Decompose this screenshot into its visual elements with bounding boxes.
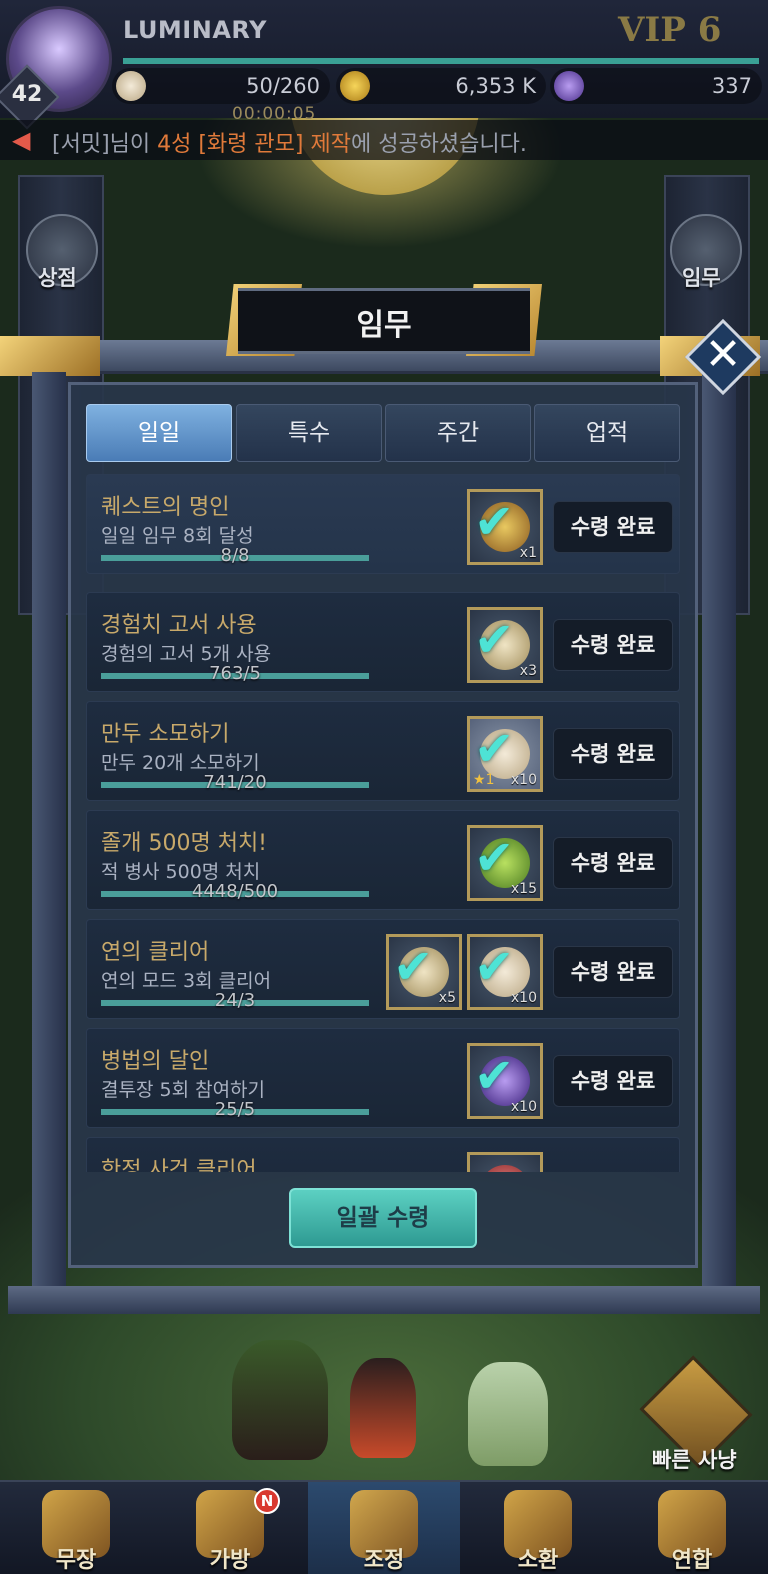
resource-gem[interactable]: 337 xyxy=(550,68,762,104)
quest-row: 퀘스트의 명인 일일 임무 8회 달성 8/8 ✔ x1 수령 완료 xyxy=(86,474,680,574)
player-name: LUMINARY xyxy=(123,16,267,44)
mission-tabs: 일일 특수 주간 업적 xyxy=(86,404,682,462)
tab-special[interactable]: 특수 xyxy=(236,404,382,462)
top-hud: 42 LUMINARY VIP 6 50/260 6,353 K 337 00:… xyxy=(0,0,768,130)
check-icon: ✔ xyxy=(474,830,515,886)
mission-label: 임무 xyxy=(682,266,721,290)
reward-slot[interactable]: ✔ x10 xyxy=(467,1043,543,1119)
close-icon[interactable]: ✕ xyxy=(696,326,750,380)
modal-title: 임무 xyxy=(356,308,412,343)
dumpling-icon xyxy=(116,71,146,101)
frame-ornament-left xyxy=(0,336,100,376)
frame-pillar-right xyxy=(702,372,736,1292)
claim-all-button[interactable]: 일괄 수령 xyxy=(289,1188,477,1248)
reward-slot[interactable]: ✔ x15 xyxy=(467,825,543,901)
quest-row: 연의 클리어 연의 모드 3회 클리어 24/3 ✔ x5 ✔ x10 수령 완… xyxy=(86,919,680,1019)
notice-text: [서밋]님이 4성 [화령 관모] 제작에 성공하셨습니다. xyxy=(52,132,527,157)
check-icon: ✔ xyxy=(474,612,515,668)
check-icon: ✔ xyxy=(474,494,515,550)
xp-bar xyxy=(123,58,759,64)
reward-slot[interactable]: ✔ ★1 x10 xyxy=(467,716,543,792)
gold-coin-icon xyxy=(340,71,370,101)
nav-bag[interactable]: N 가방 xyxy=(154,1482,306,1574)
red-item-icon xyxy=(480,1165,530,1172)
quick-hunt-label[interactable]: 빠른 사냥 xyxy=(652,1444,737,1474)
nav-alliance[interactable]: 연합 xyxy=(616,1482,768,1574)
check-icon: ✔ xyxy=(474,721,515,777)
nav-summon[interactable]: 소환 xyxy=(462,1482,614,1574)
reward-slot[interactable]: ✔ x5 xyxy=(386,934,462,1010)
resource-gold[interactable]: 6,353 K xyxy=(336,68,546,104)
claimed-button[interactable]: 수령 완료 xyxy=(553,501,673,553)
frame-pillar-left xyxy=(32,372,66,1292)
claimed-button[interactable]: 수령 완료 xyxy=(553,837,673,889)
claimed-button[interactable]: 수령 완료 xyxy=(553,728,673,780)
quest-row: 경험치 고서 사용 경험의 고서 5개 사용 763/5 ✔ x3 수령 완료 xyxy=(86,592,680,692)
megaphone-icon: ◀ xyxy=(12,126,31,154)
claimed-button[interactable]: 수령 완료 xyxy=(553,946,673,998)
bottom-nav: 무장 N 가방 조정 소환 연합 xyxy=(0,1480,768,1574)
check-icon: ✔ xyxy=(393,939,434,995)
check-icon: ✔ xyxy=(474,939,515,995)
tab-weekly[interactable]: 주간 xyxy=(385,404,531,462)
tab-daily[interactable]: 일일 xyxy=(86,404,232,462)
reward-slot[interactable] xyxy=(467,1152,543,1172)
hero-character xyxy=(232,1340,328,1460)
quest-list[interactable]: 퀘스트의 명인 일일 임무 8회 달성 8/8 ✔ x1 수령 완료 경험치 고… xyxy=(86,470,682,1172)
hero-character xyxy=(350,1358,416,1458)
hero-character xyxy=(468,1362,548,1466)
tab-achievement[interactable]: 업적 xyxy=(534,404,680,462)
quest-row: 병법의 달인 결투장 5회 참여하기 25/5 ✔ x10 수령 완료 xyxy=(86,1028,680,1128)
quest-row: 만두 소모하기 만두 20개 소모하기 741/20 ✔ ★1 x10 수령 완… xyxy=(86,701,680,801)
player-level: 42 xyxy=(11,82,43,107)
vip-level[interactable]: VIP 6 xyxy=(618,10,721,50)
nav-court[interactable]: 조정 xyxy=(308,1482,460,1574)
quest-row: 졸개 500명 처치! 적 병사 500명 처치 4448/500 ✔ x15 … xyxy=(86,810,680,910)
quest-row: 한정 사건 클리어 xyxy=(86,1137,680,1172)
purple-gem-icon xyxy=(554,71,584,101)
claimed-button[interactable]: 수령 완료 xyxy=(553,1055,673,1107)
reward-slot[interactable]: ✔ x10 xyxy=(467,934,543,1010)
reward-slot[interactable]: ✔ x1 xyxy=(467,489,543,565)
new-badge: N xyxy=(254,1488,280,1514)
resource-stamina[interactable]: 50/260 xyxy=(112,68,330,104)
check-icon: ✔ xyxy=(474,1048,515,1104)
resource-row: 50/260 6,353 K 337 xyxy=(112,68,762,104)
claimed-button[interactable]: 수령 완료 xyxy=(553,619,673,671)
shop-label: 상점 xyxy=(38,266,77,290)
reward-slot[interactable]: ✔ x3 xyxy=(467,607,543,683)
nav-general[interactable]: 무장 xyxy=(0,1482,152,1574)
star-icon: ★1 xyxy=(473,772,495,788)
notice-bar: ◀ [서밋]님이 4성 [화령 관모] 제작에 성공하셨습니다. xyxy=(0,120,768,160)
frame-base xyxy=(8,1286,760,1314)
